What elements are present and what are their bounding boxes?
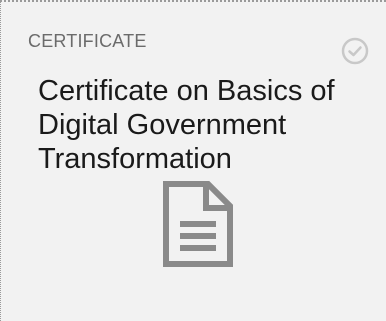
check-circle-icon (341, 37, 369, 65)
document-icon (163, 181, 233, 267)
card-type-label: CERTIFICATE (28, 31, 147, 51)
certificate-card[interactable]: CERTIFICATE Certificate on Basics of Dig… (0, 0, 386, 321)
card-title: Certificate on Basics of Digital Governm… (38, 75, 335, 175)
